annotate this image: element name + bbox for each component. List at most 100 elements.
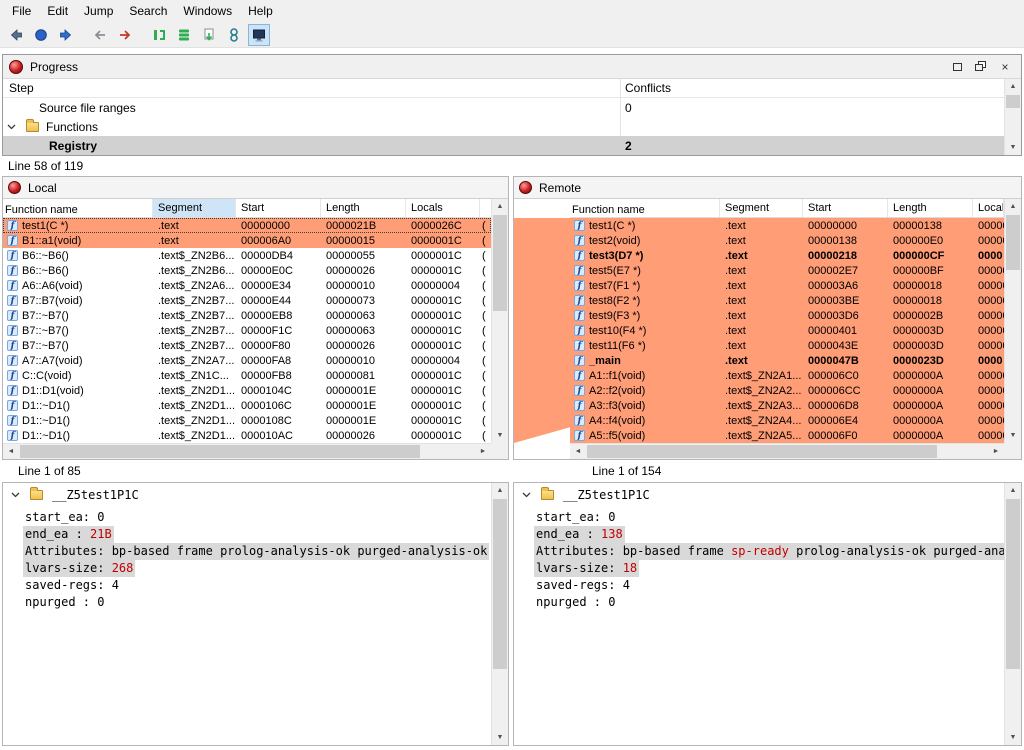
scroll-thumb[interactable] xyxy=(1006,499,1020,669)
remote-horizontal-scrollbar[interactable]: ◄ ► xyxy=(570,443,1004,459)
menu-item-windows[interactable]: Windows xyxy=(175,0,240,22)
local-horizontal-scrollbar[interactable]: ◄ ► xyxy=(3,443,491,459)
export-database-button[interactable] xyxy=(198,24,220,46)
float-button[interactable] xyxy=(969,58,993,76)
table-row[interactable]: ftest1(C *).text000000000000013800000 xyxy=(570,218,1004,233)
progress-vertical-scrollbar[interactable]: ▲ ▼ xyxy=(1004,79,1021,155)
scroll-left-button[interactable]: ◄ xyxy=(3,444,19,459)
scroll-up-button[interactable]: ▲ xyxy=(1005,483,1021,498)
table-row[interactable]: ftest1(C *).text000000000000021B0000026C… xyxy=(3,218,491,233)
scroll-down-button[interactable]: ▼ xyxy=(1005,730,1021,745)
table-row[interactable]: fA6::A6(void).text$_ZN2A6...00000E340000… xyxy=(3,278,491,293)
open-database-button[interactable] xyxy=(148,24,170,46)
menu-item-edit[interactable]: Edit xyxy=(39,0,76,22)
table-row[interactable]: fB6::~B6().text$_ZN2B6...00000DB40000005… xyxy=(3,248,491,263)
column-header-segment[interactable]: Segment xyxy=(153,199,236,217)
column-header-locals[interactable]: Locals xyxy=(406,199,480,217)
table-row[interactable]: ftest2(void).text00000138000000E000000 xyxy=(570,233,1004,248)
menu-item-search[interactable]: Search xyxy=(121,0,175,22)
table-row[interactable]: f_main.text0000047B0000023D0000 xyxy=(570,353,1004,368)
table-row[interactable]: ftest3(D7 *).text00000218000000CF0000 xyxy=(570,248,1004,263)
table-row[interactable]: fA7::A7(void).text$_ZN2A7...00000FA80000… xyxy=(3,353,491,368)
menu-item-help[interactable]: Help xyxy=(240,0,281,22)
database-list-button[interactable] xyxy=(173,24,195,46)
detail-vertical-scrollbar[interactable]: ▲ ▼ xyxy=(1004,483,1021,745)
jump-prev-button[interactable] xyxy=(89,24,111,46)
progress-row[interactable]: Source file ranges0 xyxy=(3,98,1021,117)
column-header-locals[interactable]: Locals xyxy=(973,199,1004,217)
table-row[interactable]: fA4::f4(void).text$_ZN2A4...000006E40000… xyxy=(570,413,1004,428)
chevron-down-icon[interactable] xyxy=(11,492,20,498)
table-row[interactable]: fD1::~D1().text$_ZN2D1...0000108C0000001… xyxy=(3,413,491,428)
scroll-up-button[interactable]: ▲ xyxy=(1005,79,1021,94)
column-header-step[interactable]: Step xyxy=(9,81,34,95)
scroll-thumb[interactable] xyxy=(587,445,937,458)
table-row[interactable]: fB7::~B7().text$_ZN2B7...00000F800000002… xyxy=(3,338,491,353)
table-row[interactable]: fB7::~B7().text$_ZN2B7...00000F1C0000006… xyxy=(3,323,491,338)
nav-stop-button[interactable] xyxy=(30,24,52,46)
column-header-function-name[interactable]: Function name xyxy=(570,199,720,217)
scroll-right-button[interactable]: ► xyxy=(988,444,1004,459)
scroll-thumb[interactable] xyxy=(20,445,420,458)
table-row[interactable]: ftest9(F3 *).text000003D60000002B00000 xyxy=(570,308,1004,323)
table-row[interactable]: fA1::f1(void).text$_ZN2A1...000006C00000… xyxy=(570,368,1004,383)
table-row[interactable]: fB6::~B6().text$_ZN2B6...00000E0C0000002… xyxy=(3,263,491,278)
table-row[interactable]: fB7::~B7().text$_ZN2B7...00000EB80000006… xyxy=(3,308,491,323)
detail-header[interactable]: __Z5test1P1C xyxy=(514,483,1021,507)
scroll-left-button[interactable]: ◄ xyxy=(570,444,586,459)
table-row[interactable]: fD1::~D1().text$_ZN2D1...000010AC0000002… xyxy=(3,428,491,443)
table-row[interactable]: fB1::a1(void).text000006A000000015000000… xyxy=(3,233,491,248)
link-databases-button[interactable] xyxy=(223,24,245,46)
table-row[interactable]: ftest7(F1 *).text000003A60000001800000 xyxy=(570,278,1004,293)
scroll-up-button[interactable]: ▲ xyxy=(492,483,508,498)
chevron-down-icon[interactable] xyxy=(522,492,531,498)
column-header-start[interactable]: Start xyxy=(803,199,888,217)
menu-item-file[interactable]: File xyxy=(4,0,39,22)
chevron-down-icon[interactable] xyxy=(7,124,16,130)
table-row[interactable]: ftest5(E7 *).text000002E7000000BF00000 xyxy=(570,263,1004,278)
column-header-segment[interactable]: Segment xyxy=(720,199,803,217)
scroll-down-button[interactable]: ▼ xyxy=(1005,140,1021,155)
nav-back-button[interactable] xyxy=(5,24,27,46)
column-header-function-name[interactable]: Function name xyxy=(3,199,153,217)
table-row[interactable]: fC::C(void).text$_ZN1C...00000FB80000008… xyxy=(3,368,491,383)
scroll-right-button[interactable]: ► xyxy=(475,444,491,459)
table-row[interactable]: ftest11(F6 *).text0000043E0000003D00000 xyxy=(570,338,1004,353)
table-row[interactable]: fA3::f3(void).text$_ZN2A3...000006D80000… xyxy=(570,398,1004,413)
scroll-down-button[interactable]: ▼ xyxy=(492,730,508,745)
remote-titlebar[interactable]: Remote xyxy=(514,177,1021,199)
local-vertical-scrollbar[interactable]: ▲ ▼ xyxy=(491,199,508,443)
progress-row[interactable]: Functions xyxy=(3,117,1021,136)
maximize-button[interactable] xyxy=(945,58,969,76)
table-row[interactable]: ftest8(F2 *).text000003BE0000001800000 xyxy=(570,293,1004,308)
menu-item-jump[interactable]: Jump xyxy=(76,0,121,22)
column-header-conflicts[interactable]: Conflicts xyxy=(625,81,671,95)
scroll-thumb[interactable] xyxy=(493,499,507,669)
scroll-up-button[interactable]: ▲ xyxy=(1005,199,1021,214)
close-button[interactable]: × xyxy=(993,58,1017,76)
jump-next-button[interactable] xyxy=(114,24,136,46)
scroll-down-button[interactable]: ▼ xyxy=(1005,428,1021,443)
remote-vertical-scrollbar[interactable]: ▲ ▼ xyxy=(1004,199,1021,443)
detail-vertical-scrollbar[interactable]: ▲ ▼ xyxy=(491,483,508,745)
table-row[interactable]: fB7::B7(void).text$_ZN2B7...00000E440000… xyxy=(3,293,491,308)
monitor-button[interactable] xyxy=(248,24,270,46)
table-row[interactable]: fA2::f2(void).text$_ZN2A2...000006CC0000… xyxy=(570,383,1004,398)
column-header-length[interactable]: Length xyxy=(888,199,973,217)
scroll-thumb[interactable] xyxy=(1006,95,1020,108)
nav-forward-button[interactable] xyxy=(55,24,77,46)
column-header-length[interactable]: Length xyxy=(321,199,406,217)
local-titlebar[interactable]: Local xyxy=(3,177,508,199)
scroll-down-button[interactable]: ▼ xyxy=(492,428,508,443)
progress-titlebar[interactable]: Progress × xyxy=(3,55,1021,79)
table-row[interactable]: fD1::D1(void).text$_ZN2D1...0000104C0000… xyxy=(3,383,491,398)
column-header-start[interactable]: Start xyxy=(236,199,321,217)
scroll-thumb[interactable] xyxy=(493,215,507,311)
table-row[interactable]: fD1::~D1().text$_ZN2D1...0000106C0000001… xyxy=(3,398,491,413)
scroll-up-button[interactable]: ▲ xyxy=(492,199,508,214)
scroll-thumb[interactable] xyxy=(1006,215,1020,270)
table-row[interactable]: fA5::f5(void).text$_ZN2A5...000006F00000… xyxy=(570,428,1004,443)
detail-header[interactable]: __Z5test1P1C xyxy=(3,483,508,507)
progress-row[interactable]: Registry2 xyxy=(3,136,1021,155)
table-row[interactable]: ftest10(F4 *).text000004010000003D00000 xyxy=(570,323,1004,338)
